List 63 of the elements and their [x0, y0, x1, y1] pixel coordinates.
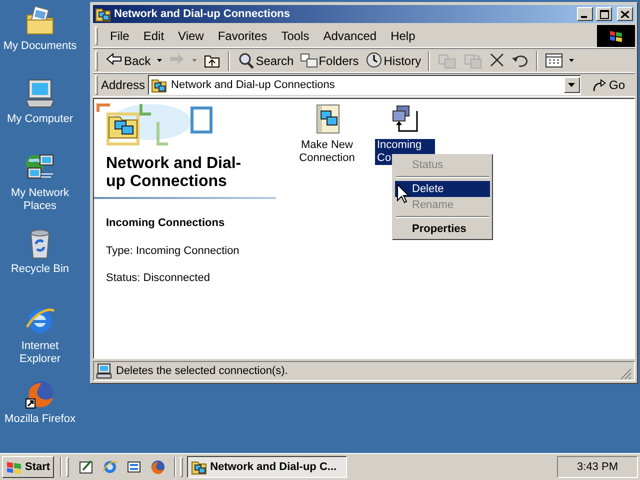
fox-globe-icon	[150, 459, 166, 475]
folders-button[interactable]: Folders	[296, 50, 362, 72]
menu-item[interactable]: File	[103, 27, 136, 45]
address-field[interactable]: Network and Dial-up Connections	[148, 75, 581, 95]
channels-icon	[126, 459, 142, 475]
move-folder-icon	[437, 52, 458, 69]
menu-item[interactable]: Edit	[136, 27, 172, 45]
magnifier-icon	[236, 52, 255, 69]
caret-icon	[192, 59, 197, 62]
window-title: Network and Dial-up Connections	[114, 6, 292, 22]
connection-status: Status: Disconnected	[106, 271, 211, 286]
globe-e-icon	[102, 459, 118, 475]
minimize-button[interactable]	[577, 7, 593, 21]
network-folder-icon	[95, 6, 111, 22]
menu-item[interactable]: Favorites	[210, 27, 274, 45]
icon-label[interactable]: Mozilla Firefox	[4, 413, 76, 426]
caret-icon	[156, 59, 162, 62]
item-label[interactable]: Make New Connection	[297, 139, 357, 165]
menu-item[interactable]: Tools	[274, 27, 316, 45]
copy-folder-icon	[463, 52, 484, 69]
caret-icon	[568, 83, 576, 87]
close-button[interactable]	[617, 7, 633, 21]
go-arrow-icon	[590, 78, 607, 92]
history-button[interactable]: History	[362, 50, 424, 72]
mouse-pointer-icon	[397, 184, 409, 203]
fox-globe-icon[interactable]	[24, 378, 56, 410]
address-label: Address	[101, 77, 146, 94]
clock: 3:43 PM	[577, 460, 618, 475]
search-button[interactable]: Search	[234, 50, 297, 72]
close-icon	[621, 10, 629, 18]
icon-label[interactable]: Internet Explorer	[0, 340, 80, 366]
status-text: Deletes the selected connection(s).	[116, 364, 289, 379]
icon-label[interactable]: My Network Places	[0, 187, 80, 213]
menu-item[interactable]: Advanced	[316, 27, 384, 45]
menu-item[interactable]: View	[171, 27, 211, 45]
icon-label[interactable]: Recycle Bin	[10, 263, 70, 276]
selected-item-name: Incoming Connections	[106, 216, 226, 231]
windows-flag-icon	[609, 29, 623, 43]
dropdown-button[interactable]	[564, 77, 580, 93]
start-button[interactable]: Start	[2, 456, 54, 478]
computer-icon	[96, 363, 112, 379]
menu-item[interactable]: Help	[384, 27, 422, 45]
maximize-icon	[600, 10, 608, 18]
folders-icon	[300, 52, 318, 69]
menu-item[interactable]: Delete	[395, 181, 490, 197]
network-folder-icon	[191, 459, 208, 475]
menu-item[interactable]: Properties	[395, 221, 490, 237]
computer-icon[interactable]	[24, 78, 56, 110]
icon-label[interactable]: My Computer	[6, 113, 74, 126]
go-button[interactable]: Go	[584, 75, 631, 95]
icon-label[interactable]: My Documents	[3, 40, 77, 53]
show-desktop-icon	[78, 459, 94, 475]
maximize-button[interactable]	[596, 7, 612, 21]
taskbar-button[interactable]: Network and Dial-up C...	[187, 456, 348, 478]
back-button[interactable]: Back	[102, 50, 154, 72]
windows-flag-icon	[6, 460, 22, 474]
caret-icon	[569, 59, 574, 62]
pane-heading: Network and Dial-up Connections	[106, 155, 242, 191]
delete-x-icon	[489, 52, 506, 69]
views-grid-icon	[545, 52, 564, 69]
network-folder-icon	[151, 77, 168, 93]
clock-icon	[364, 52, 383, 69]
connection-type: Type: Incoming Connection	[106, 244, 240, 258]
